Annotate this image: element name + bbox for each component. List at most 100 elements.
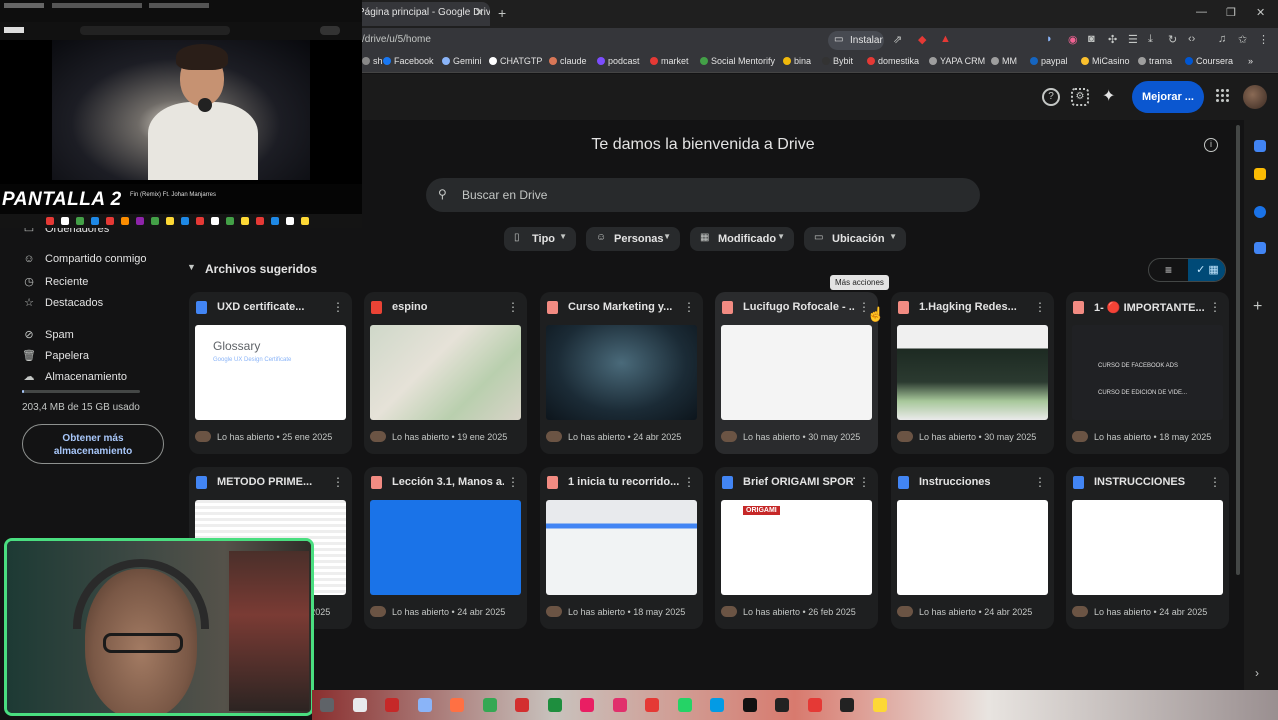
window-close-icon[interactable]: ✕ — [1256, 6, 1265, 19]
scrollbar[interactable] — [1236, 125, 1240, 575]
bookmark-item[interactable]: claude — [549, 56, 587, 66]
more-actions-icon[interactable]: ⋮ — [507, 475, 519, 489]
contacts-icon[interactable] — [1254, 242, 1266, 254]
avatar[interactable] — [1243, 85, 1267, 109]
minimize-icon[interactable]: — — [1196, 6, 1207, 18]
file-card[interactable]: UXD certificate... ⋮ Glossary Google UX Des… — [189, 292, 352, 454]
more-actions-icon[interactable]: ⋮ — [332, 475, 344, 489]
bookmark-item[interactable]: MiCasino — [1081, 56, 1130, 66]
bookmark-item[interactable]: domestika — [867, 56, 919, 66]
more-actions-icon[interactable]: ⋮ — [683, 475, 695, 489]
bookmark-item[interactable]: Social Mentorify — [700, 56, 775, 66]
chevron-down-icon[interactable]: ▼ — [187, 262, 196, 272]
taskbar-app-icon[interactable] — [645, 698, 659, 712]
file-card[interactable]: 1 inicia tu recorrido... ⋮ Lo has abierto … — [540, 467, 703, 629]
taskbar-app-icon[interactable] — [742, 698, 757, 712]
file-card[interactable]: Lucifugo Rofocale - ... ⋮ Lo has abierto •… — [715, 292, 878, 454]
taskbar-app-icon[interactable] — [677, 698, 692, 712]
get-storage-button[interactable]: Obtener más almacenamiento — [22, 424, 164, 464]
bookmark-item[interactable]: Gemini — [442, 56, 482, 66]
bookmark-item[interactable]: CHATGTP — [489, 56, 542, 66]
taskbar-app-icon[interactable] — [612, 698, 627, 712]
puzzle-icon[interactable]: ✣ — [1108, 33, 1117, 46]
settings-icon[interactable]: ⚙ — [1071, 88, 1089, 106]
extension-icon[interactable]: ◉ — [1068, 33, 1078, 46]
bookmark-item[interactable]: Coursera — [1185, 56, 1233, 66]
file-card[interactable]: Brief ORIGAMI SPORT ⋮ ORIGAMI Lo has abiert… — [715, 467, 878, 629]
menu-icon[interactable]: ⋮ — [1258, 33, 1269, 46]
chevron-right-icon[interactable]: › — [1255, 666, 1259, 680]
more-actions-icon[interactable]: ⋮ — [332, 300, 344, 314]
bookmark-item[interactable]: paypal — [1030, 56, 1068, 66]
taskbar-app-icon[interactable] — [320, 698, 334, 712]
sidebar-item-storage[interactable]: ☁ Almacenamiento — [22, 370, 127, 383]
section-title[interactable]: Archivos sugeridos — [205, 262, 317, 276]
download-icon[interactable]: ⤓ — [1148, 33, 1153, 46]
new-tab-icon[interactable]: + — [498, 5, 506, 21]
file-card[interactable]: 1- 🔴 IMPORTANTE... ⋮ CURSO DE FACEBOOK ADS… — [1066, 292, 1229, 454]
more-actions-icon[interactable]: ⋮ — [858, 475, 870, 489]
filter-type[interactable]: ▯ Tipo ▼ — [504, 227, 576, 251]
close-icon[interactable]: ✕ — [475, 6, 484, 19]
sidebar-item-recent[interactable]: ◷ Reciente — [22, 275, 88, 288]
bookmark-item[interactable]: MM — [991, 56, 1017, 66]
restore-icon[interactable]: ❐ — [1226, 6, 1236, 19]
taskbar-app-icon[interactable] — [872, 698, 887, 712]
more-actions-icon[interactable]: ⋮ — [683, 300, 695, 314]
install-button[interactable]: ▭ Instalar — [828, 31, 884, 50]
extension-icon[interactable]: ◗ — [1046, 33, 1053, 45]
taskbar-app-icon[interactable] — [450, 698, 464, 712]
upgrade-button[interactable]: Mejorar ... — [1132, 81, 1204, 113]
taskbar-app-icon[interactable] — [482, 698, 497, 712]
info-icon[interactable]: i — [1204, 138, 1218, 152]
devtools-icon[interactable]: ‹› — [1188, 33, 1195, 45]
filter-modified[interactable]: ▦ Modificado ▼ — [690, 227, 794, 251]
more-actions-icon[interactable]: ⋮ — [507, 300, 519, 314]
filter-people[interactable]: ☺ Personas ▼ — [586, 227, 680, 251]
taskbar-app-icon[interactable] — [515, 698, 529, 712]
file-card[interactable]: Instrucciones ⋮ Lo has abierto • 24 abr 20… — [891, 467, 1054, 629]
url-text[interactable]: /drive/u/5/home — [362, 34, 431, 45]
help-icon[interactable]: ? — [1042, 88, 1060, 106]
bookmark-item[interactable]: market — [650, 56, 689, 66]
more-bookmarks-icon[interactable]: » — [1248, 56, 1253, 66]
file-card[interactable]: Curso Marketing y... ⋮ Lo has abierto • 24… — [540, 292, 703, 454]
bookmark-star-icon[interactable]: ✩ — [1238, 33, 1247, 46]
calendar-icon[interactable] — [1254, 140, 1266, 152]
taskbar-app-icon[interactable] — [547, 698, 562, 712]
browser-tab[interactable]: Página principal - Google Drive ✕ — [350, 2, 490, 26]
bookmark-item[interactable]: Bybit — [822, 56, 853, 66]
bookmark-item[interactable]: sh — [362, 56, 383, 66]
music-icon[interactable]: ♫ — [1218, 33, 1226, 45]
sidebar-item-starred[interactable]: ☆ Destacados — [22, 296, 103, 309]
more-actions-icon[interactable]: ⋮ — [1034, 475, 1046, 489]
list-view-icon[interactable]: ≡ — [1149, 259, 1188, 281]
extension-icon[interactable]: ◆ — [918, 33, 926, 46]
bookmark-item[interactable]: podcast — [597, 56, 640, 66]
sidebar-item-trash[interactable]: 🗑 Papelera — [22, 349, 89, 362]
more-actions-icon[interactable]: ⋮ — [1209, 300, 1221, 314]
taskbar-app-icon[interactable] — [775, 698, 789, 712]
add-icon[interactable]: + — [1253, 298, 1262, 316]
tasks-icon[interactable] — [1254, 206, 1266, 218]
taskbar-app-icon[interactable] — [385, 698, 399, 712]
bookmark-item[interactable]: Facebook — [383, 56, 434, 66]
file-card[interactable]: INSTRUCCIONES ⋮ Lo has abierto • 24 abr 20… — [1066, 467, 1229, 629]
taskbar-app-icon[interactable] — [417, 698, 432, 712]
share-icon[interactable]: ⇗ — [893, 33, 902, 46]
more-actions-icon[interactable]: ⋮ — [1209, 475, 1221, 489]
file-card[interactable]: Lección 3.1, Manos a... ⋮ Lo has abierto •… — [364, 467, 527, 629]
filter-location[interactable]: ▭ Ubicación ▼ — [804, 227, 906, 251]
taskbar-app-icon[interactable] — [710, 698, 724, 712]
taskbar-app-icon[interactable] — [840, 698, 854, 712]
taskbar-app-icon[interactable] — [580, 698, 594, 712]
taskbar-app-icon[interactable] — [807, 698, 822, 712]
file-card[interactable]: 1.Hagking Redes... ⋮ Lo has abierto • 30 m… — [891, 292, 1054, 454]
file-card[interactable]: espino ⋮ Lo has abierto • 19 ene 2025 — [364, 292, 527, 454]
bookmark-item[interactable]: YAPA CRM — [929, 56, 985, 66]
search-input[interactable]: ⚲ Buscar en Drive — [426, 178, 980, 212]
gemini-icon[interactable]: ✦ — [1102, 86, 1115, 106]
bookmark-item[interactable]: trama — [1138, 56, 1172, 66]
sidebar-item-spam[interactable]: ⊘ Spam — [22, 328, 73, 341]
apps-grid-icon[interactable] — [1216, 89, 1230, 103]
